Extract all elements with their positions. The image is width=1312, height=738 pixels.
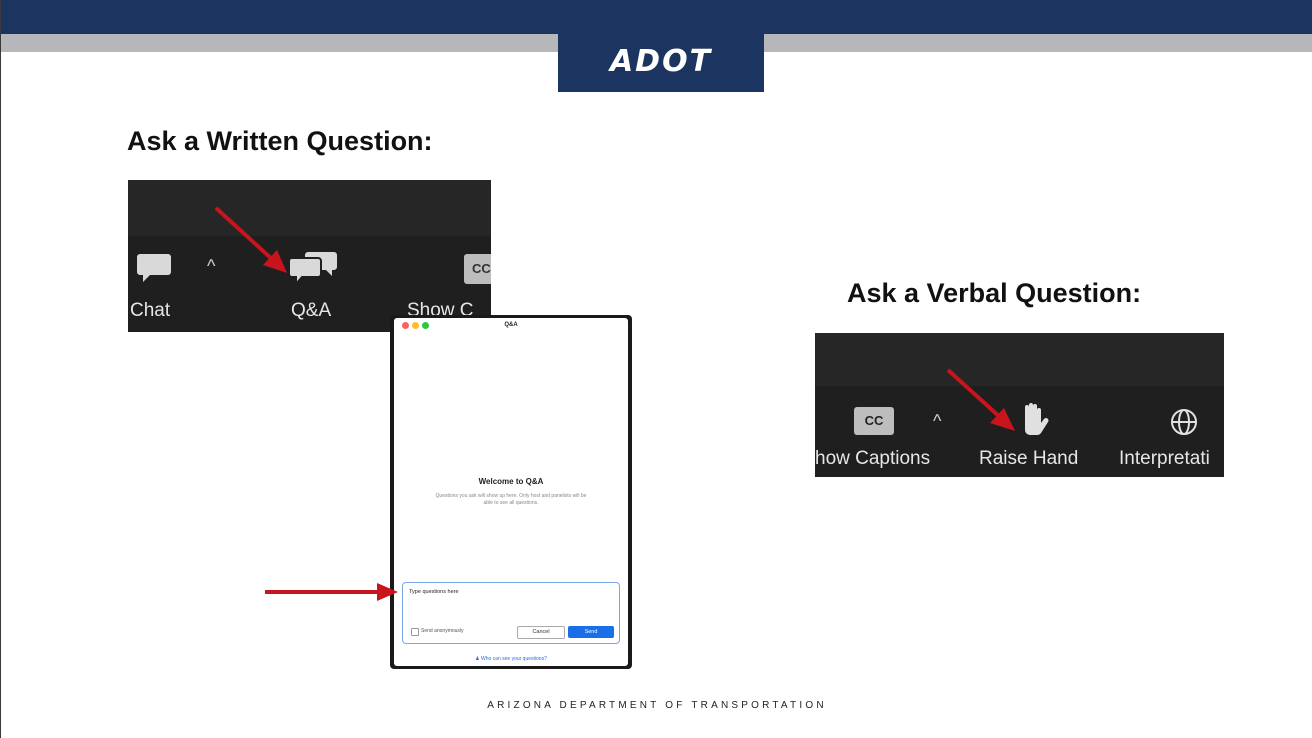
- arrow-to-question-input: [265, 583, 398, 601]
- arrow-to-qa-icon: [214, 206, 287, 273]
- footer-text: ARIZONA DEPARTMENT OF TRANSPORTATION: [487, 700, 827, 711]
- annotation-arrows: [214, 206, 1015, 601]
- arrow-to-raise-hand: [946, 368, 1015, 431]
- slide: ADOT Ask a Written Question: ^ CC Chat Q…: [0, 0, 1312, 738]
